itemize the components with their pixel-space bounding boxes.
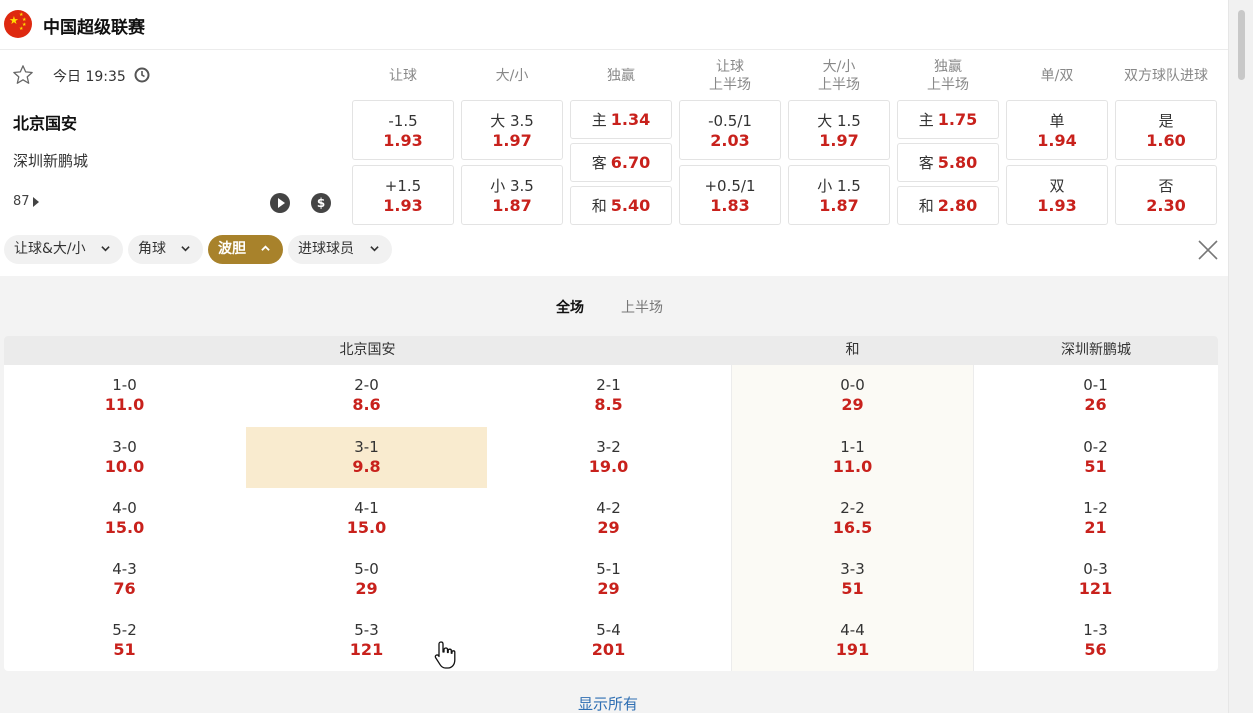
odds-button[interactable]: 是 1.60 xyxy=(1115,100,1217,160)
play-icon[interactable] xyxy=(270,193,290,213)
score-cell-draw[interactable]: 3-3 51 xyxy=(732,549,973,610)
team-away: 深圳新鹏城 xyxy=(13,152,89,170)
score-cell-away[interactable]: 1-3 56 xyxy=(975,610,1216,671)
header-home: 北京国安 xyxy=(339,342,396,358)
score-cell[interactable]: 1-0 11.0 xyxy=(4,365,245,426)
odds-button[interactable]: -0.5/1 2.03 xyxy=(679,100,781,160)
odds-button[interactable]: -1.5 1.93 xyxy=(352,100,454,160)
score-cell-away[interactable]: 0-3 121 xyxy=(975,549,1216,610)
odds-button[interactable]: 大 3.5 1.97 xyxy=(461,100,563,160)
tab-first-half[interactable]: 上半场 xyxy=(621,297,663,317)
header-away: 深圳新鹏城 xyxy=(1061,342,1131,358)
tab-full-time[interactable]: 全场 xyxy=(556,297,584,317)
score-cell[interactable]: 3-0 10.0 xyxy=(4,427,245,488)
odds-button[interactable]: 小 1.5 1.87 xyxy=(788,165,890,225)
odds-button[interactable]: 双 1.93 xyxy=(1006,165,1108,225)
market-header-overunder-1h: 大/小 上半场 xyxy=(818,59,860,93)
score-cell[interactable]: 5-0 29 xyxy=(246,549,487,610)
favorite-star-icon[interactable] xyxy=(12,64,34,86)
market-header-handicap: 让球 xyxy=(389,68,417,84)
chevron-down-icon xyxy=(181,246,190,252)
score-cell-draw[interactable]: 1-1 11.0 xyxy=(732,427,973,488)
chevron-down-icon xyxy=(370,246,379,252)
odds-button[interactable]: 和 5.40 xyxy=(570,186,672,225)
score-cell[interactable]: 5-2 51 xyxy=(4,610,245,671)
chevron-down-icon xyxy=(101,246,110,252)
filter-goalscorer[interactable]: 进球球员 xyxy=(288,235,392,264)
market-header-overunder: 大/小 xyxy=(495,68,529,84)
odds-button[interactable]: 单 1.94 xyxy=(1006,100,1108,160)
header-draw: 和 xyxy=(845,342,860,358)
score-cell-selected[interactable]: 3-1 9.8 xyxy=(246,427,487,488)
market-header-handicap-1h: 让球 上半场 xyxy=(709,59,751,93)
filter-handicap-overunder[interactable]: 让球&大/小 xyxy=(4,235,123,264)
odds-button[interactable]: 客 5.80 xyxy=(897,143,999,182)
team-home: 北京国安 xyxy=(13,114,78,133)
page: ★ ★ ★ ★ ★ 中国超级联赛 今日 19:35 北京国安 深圳新鹏城 87 $ 让球… xyxy=(0,0,1228,713)
market-header-btts: 双方球队进球 xyxy=(1124,68,1208,84)
china-flag-icon: ★ ★ ★ ★ ★ xyxy=(4,10,32,38)
grid-header: 北京国安 和 深圳新鹏城 xyxy=(4,336,1218,365)
dollar-icon[interactable]: $ xyxy=(311,193,331,213)
scrollbar-thumb[interactable] xyxy=(1238,10,1245,80)
market-header-moneyline: 独赢 xyxy=(607,68,635,84)
match-time: 今日 19:35 xyxy=(53,69,126,85)
score-cell[interactable]: 4-1 15.0 xyxy=(246,488,487,549)
score-cell[interactable]: 5-1 29 xyxy=(488,549,729,610)
filter-correct-score[interactable]: 波胆 xyxy=(208,235,283,264)
odds-button[interactable]: 主 1.34 xyxy=(570,100,672,139)
caret-right-icon[interactable] xyxy=(33,197,39,207)
score-cell-away[interactable]: 0-2 51 xyxy=(975,427,1216,488)
score-cell-draw[interactable]: 2-2 16.5 xyxy=(732,488,973,549)
odds-button[interactable]: 主 1.75 xyxy=(897,100,999,139)
odds-button[interactable]: 否 2.30 xyxy=(1115,165,1217,225)
vertical-scrollbar[interactable] xyxy=(1228,0,1253,713)
score-cell[interactable]: 4-2 29 xyxy=(488,488,729,549)
more-markets-count[interactable]: 87 xyxy=(13,194,30,209)
odds-button[interactable]: 大 1.5 1.97 xyxy=(788,100,890,160)
score-cell-away[interactable]: 0-1 26 xyxy=(975,365,1216,426)
market-header-moneyline-1h: 独赢 上半场 xyxy=(927,59,969,93)
correct-score-grid: 北京国安 和 深圳新鹏城 1-0 11.0 2-0 8.6 2-1 8.5 3-0 10… xyxy=(4,336,1218,671)
score-cell[interactable]: 3-2 19.0 xyxy=(488,427,729,488)
odds-button[interactable]: 小 3.5 1.87 xyxy=(461,165,563,225)
show-all-link[interactable]: 显示所有 xyxy=(578,693,638,714)
clock-icon xyxy=(134,67,150,83)
filter-corners[interactable]: 角球 xyxy=(128,235,203,264)
odds-button[interactable]: +1.5 1.93 xyxy=(352,165,454,225)
chevron-up-icon xyxy=(261,245,270,251)
market-header-oddeven: 单/双 xyxy=(1040,68,1074,84)
score-cell[interactable]: 2-0 8.6 xyxy=(246,365,487,426)
score-cell[interactable]: 2-1 8.5 xyxy=(488,365,729,426)
odds-button[interactable]: 客 6.70 xyxy=(570,143,672,182)
odds-button[interactable]: +0.5/1 1.83 xyxy=(679,165,781,225)
odds-button[interactable]: 和 2.80 xyxy=(897,186,999,225)
hand-cursor-icon xyxy=(434,641,456,669)
score-cell[interactable]: 5-4 201 xyxy=(488,610,729,671)
league-header: ★ ★ ★ ★ ★ 中国超级联赛 xyxy=(0,0,1228,50)
score-cell-draw[interactable]: 0-0 29 xyxy=(732,365,973,426)
close-icon[interactable] xyxy=(1196,238,1220,262)
score-cell-away[interactable]: 1-2 21 xyxy=(975,488,1216,549)
score-cell[interactable]: 4-0 15.0 xyxy=(4,488,245,549)
league-title: 中国超级联赛 xyxy=(43,18,145,38)
score-cell[interactable]: 4-3 76 xyxy=(4,549,245,610)
score-cell-draw[interactable]: 4-4 191 xyxy=(732,610,973,671)
